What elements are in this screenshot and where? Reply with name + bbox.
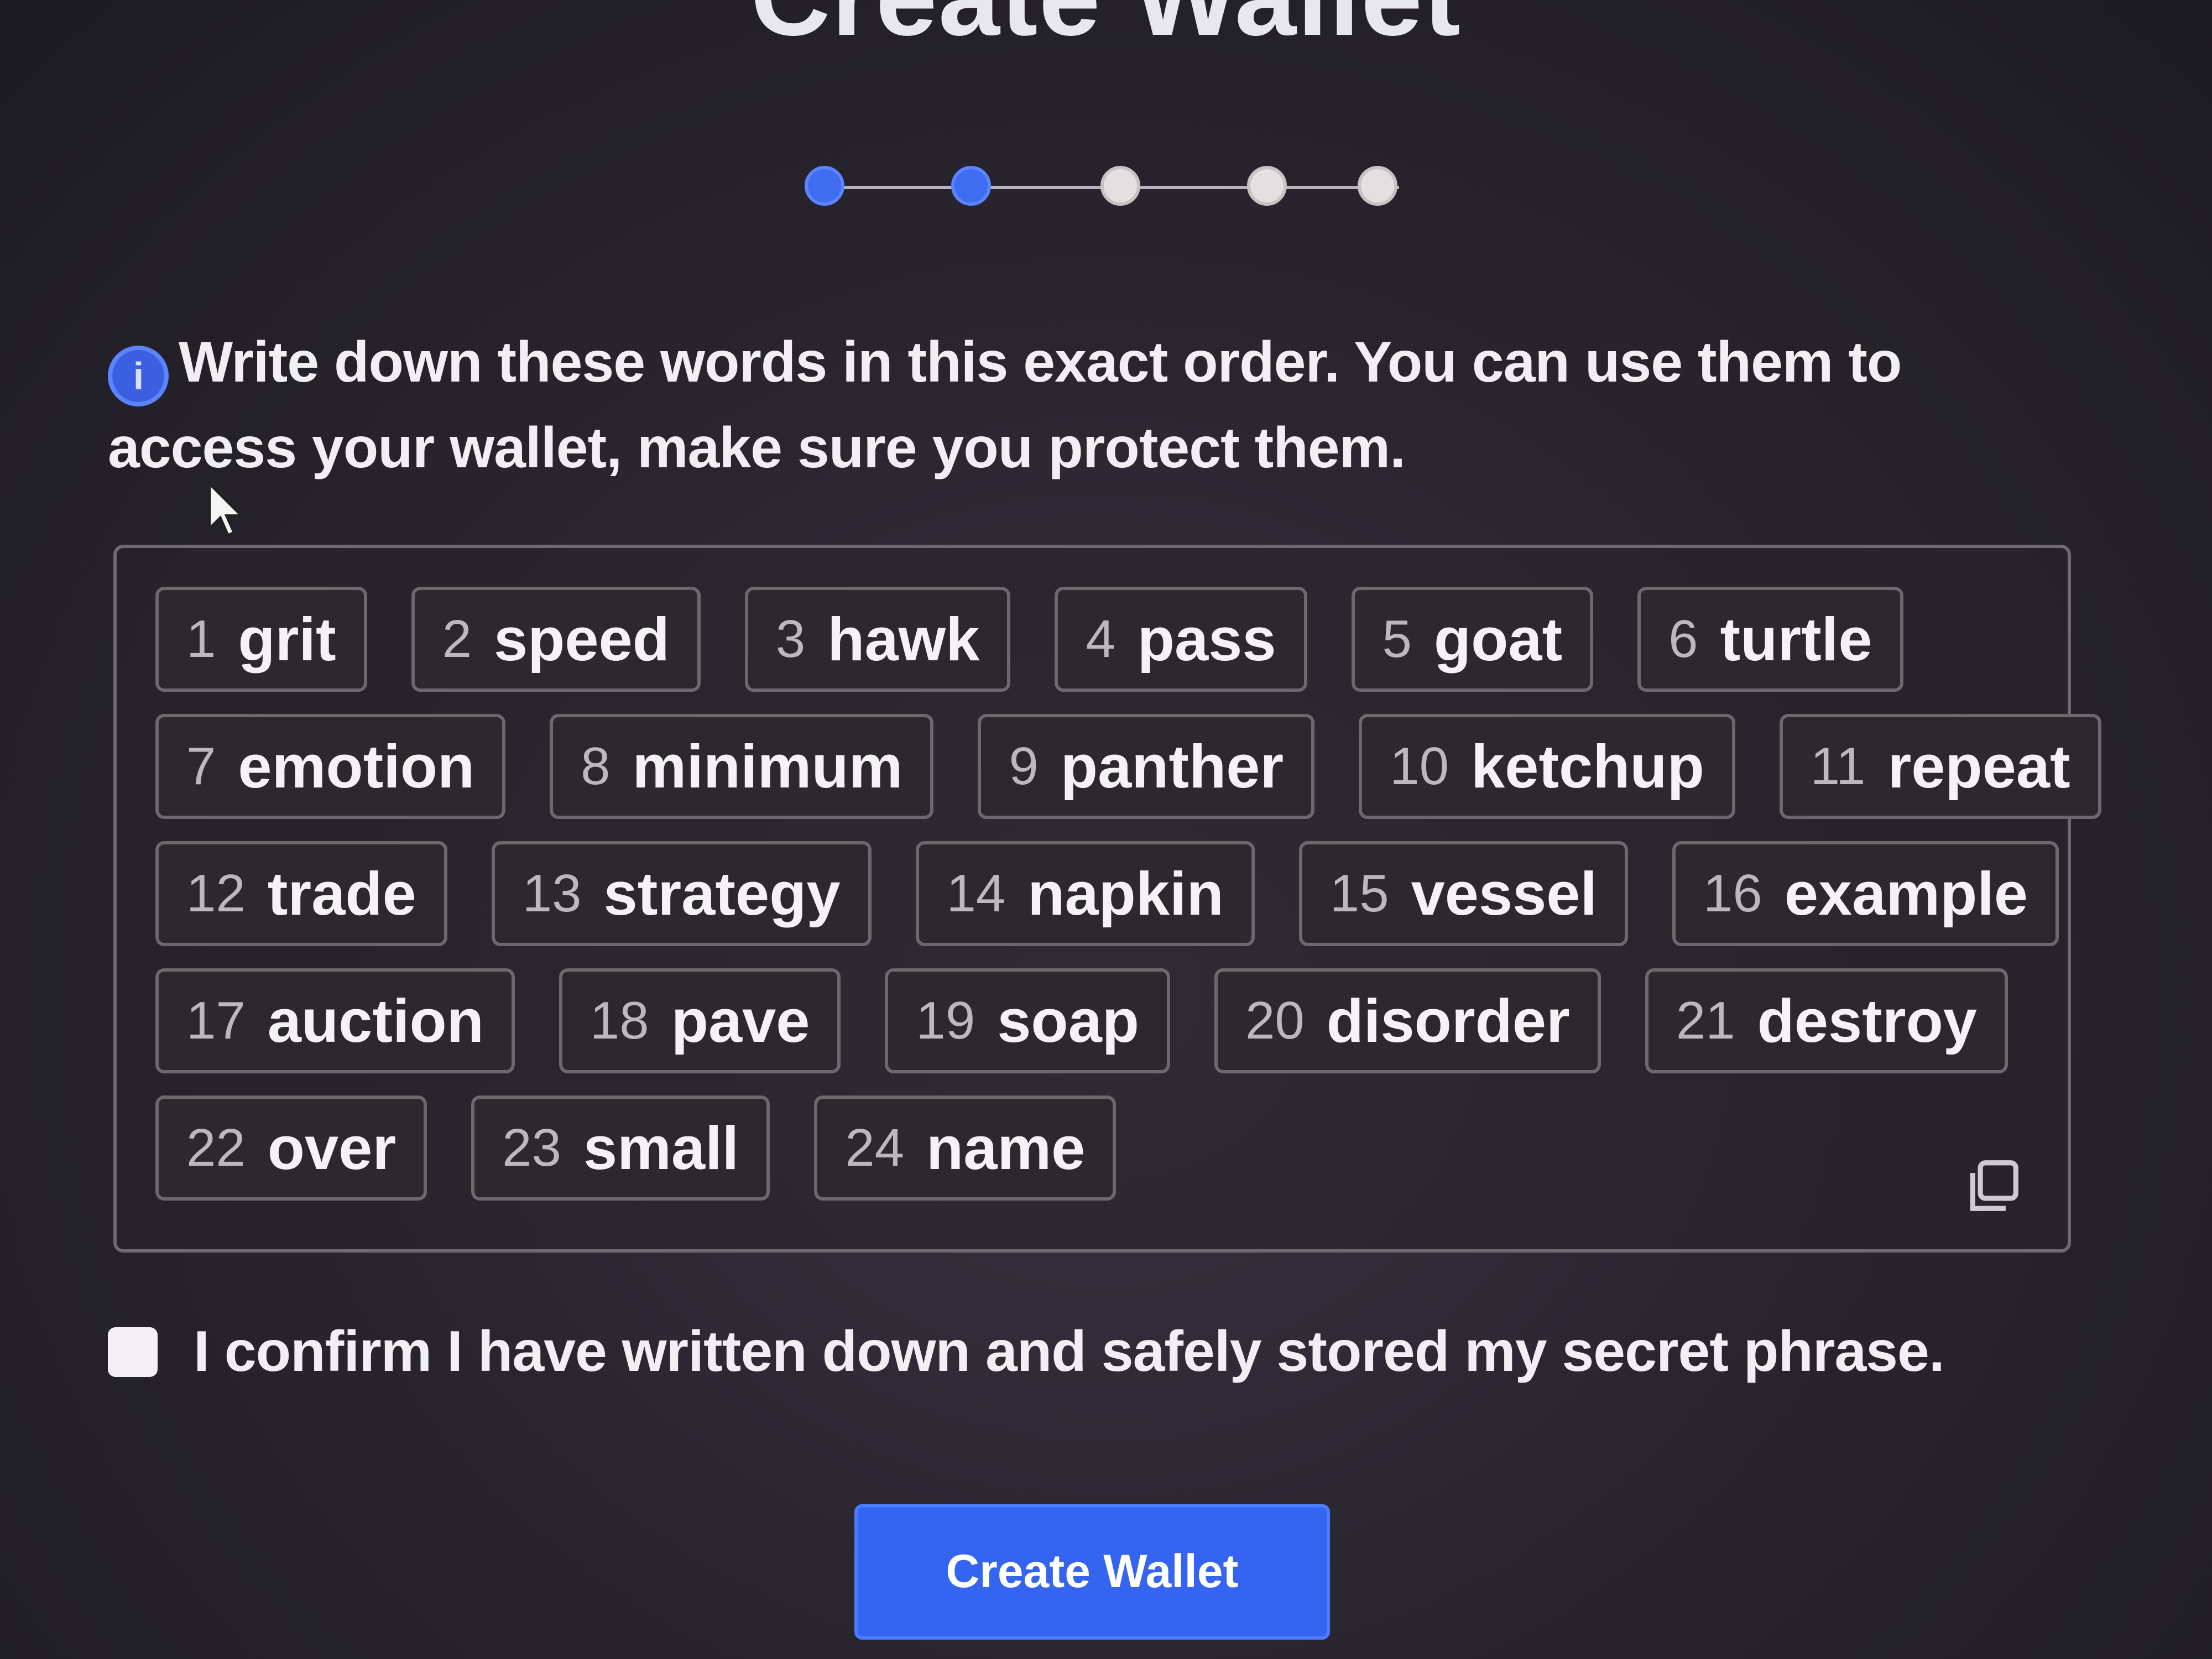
word-number: 22 xyxy=(186,1118,246,1177)
word-text: pave xyxy=(671,987,810,1055)
phrase-word: 11 repeat xyxy=(1779,714,2101,819)
word-number: 5 xyxy=(1382,609,1412,669)
word-number: 14 xyxy=(946,864,1006,923)
phrase-word: 21 destroy xyxy=(1645,968,2008,1073)
word-text: minimum xyxy=(632,732,903,801)
word-text: repeat xyxy=(1887,732,2070,801)
word-number: 10 xyxy=(1390,737,1449,796)
progress-stepper xyxy=(805,166,1399,210)
word-number: 18 xyxy=(589,991,649,1050)
word-text: turtle xyxy=(1720,605,1872,674)
confirm-checkbox[interactable] xyxy=(108,1327,158,1377)
phrase-word: 20 disorder xyxy=(1214,968,1601,1073)
word-text: trade xyxy=(267,859,416,928)
page-title: Create Wallet xyxy=(0,0,2212,61)
word-number: 19 xyxy=(916,991,975,1050)
phrase-word: 12 trade xyxy=(155,841,447,946)
word-text: over xyxy=(267,1114,397,1182)
word-text: small xyxy=(583,1114,739,1182)
step-2-dot xyxy=(951,166,991,206)
phrase-row-2: 7 emotion 8 minimum 9 panther 10 ketchup 11 r… xyxy=(155,714,2101,819)
word-number: 16 xyxy=(1703,864,1762,923)
word-number: 17 xyxy=(186,991,246,1050)
phrase-word: 18 pave xyxy=(559,968,841,1073)
word-text: emotion xyxy=(238,732,475,801)
confirm-label[interactable]: I confirm I have written down and safely… xyxy=(194,1319,1945,1385)
phrase-word: 15 vessel xyxy=(1298,841,1629,946)
word-number: 15 xyxy=(1329,864,1389,923)
phrase-row-4: 17 auction 18 pave 19 soap 20 disorder 21 des… xyxy=(155,968,2008,1073)
word-number: 24 xyxy=(845,1118,904,1177)
mouse-pointer-icon xyxy=(207,481,246,538)
word-number: 6 xyxy=(1668,609,1698,669)
word-number: 13 xyxy=(522,864,582,923)
word-text: ketchup xyxy=(1471,732,1704,801)
phrase-word: 1 grit xyxy=(155,587,367,692)
step-3-dot xyxy=(1100,166,1140,206)
phrase-word: 8 minimum xyxy=(550,714,934,819)
word-text: auction xyxy=(267,987,484,1055)
word-text: goat xyxy=(1433,605,1563,674)
word-text: panther xyxy=(1060,732,1284,801)
phrase-word: 22 over xyxy=(155,1095,427,1201)
phrase-word: 7 emotion xyxy=(155,714,506,819)
phrase-row-3: 12 trade 13 strategy 14 napkin 15 vessel 16 e… xyxy=(155,841,2059,946)
phrase-word: 13 strategy xyxy=(491,841,872,946)
word-text: soap xyxy=(997,987,1139,1055)
word-text: disorder xyxy=(1326,987,1570,1055)
confirm-row[interactable]: I confirm I have written down and safely… xyxy=(108,1319,1945,1385)
phrase-word: 10 ketchup xyxy=(1359,714,1735,819)
word-text: name xyxy=(926,1114,1086,1182)
copy-icon[interactable] xyxy=(1963,1155,2023,1216)
step-5-dot xyxy=(1358,166,1397,206)
phrase-row-5: 22 over 23 small 24 name xyxy=(155,1095,1117,1201)
info-icon: i xyxy=(108,346,169,406)
word-number: 12 xyxy=(186,864,246,923)
word-number: 20 xyxy=(1245,991,1305,1050)
phrase-word: 4 pass xyxy=(1055,587,1307,692)
word-text: vessel xyxy=(1411,859,1598,928)
phrase-word: 23 small xyxy=(471,1095,770,1201)
word-number: 4 xyxy=(1086,609,1115,669)
word-text: example xyxy=(1784,859,2028,928)
word-number: 9 xyxy=(1009,737,1039,796)
word-number: 23 xyxy=(502,1118,561,1177)
phrase-word: 24 name xyxy=(814,1095,1117,1201)
word-text: destroy xyxy=(1757,987,1977,1055)
phrase-word: 3 hawk xyxy=(744,587,1011,692)
word-number: 1 xyxy=(186,609,216,669)
word-text: strategy xyxy=(603,859,841,928)
word-text: napkin xyxy=(1027,859,1224,928)
step-1-dot xyxy=(805,166,844,206)
word-number: 7 xyxy=(186,737,216,796)
word-number: 11 xyxy=(1810,737,1866,796)
word-number: 8 xyxy=(581,737,611,796)
phrase-word: 6 turtle xyxy=(1637,587,1903,692)
phrase-row-1: 1 grit 2 speed 3 hawk 4 pass 5 goat 6 turtle xyxy=(155,587,1903,692)
phrase-word: 17 auction xyxy=(155,968,515,1073)
word-number: 21 xyxy=(1676,991,1735,1050)
phrase-word: 14 napkin xyxy=(915,841,1255,946)
instruction-text-block: i Write down these words in this exact or… xyxy=(108,321,2099,489)
word-text: pass xyxy=(1137,605,1276,674)
secret-phrase-box: 1 grit 2 speed 3 hawk 4 pass 5 goat 6 turtle 7… xyxy=(113,545,2101,1253)
phrase-word: 9 panther xyxy=(978,714,1315,819)
phrase-word: 5 goat xyxy=(1351,587,1594,692)
word-text: speed xyxy=(493,605,670,674)
step-4-dot xyxy=(1247,166,1287,206)
phrase-word: 19 soap xyxy=(885,968,1170,1073)
create-wallet-button[interactable]: Create Wallet xyxy=(854,1504,1330,1640)
phrase-word: 16 example xyxy=(1672,841,2059,946)
word-text: grit xyxy=(238,605,336,674)
word-text: hawk xyxy=(827,605,980,674)
word-number: 2 xyxy=(442,609,472,669)
word-number: 3 xyxy=(775,609,806,669)
instruction-text: Write down these words in this exact ord… xyxy=(108,330,1902,480)
phrase-word: 2 speed xyxy=(411,587,701,692)
